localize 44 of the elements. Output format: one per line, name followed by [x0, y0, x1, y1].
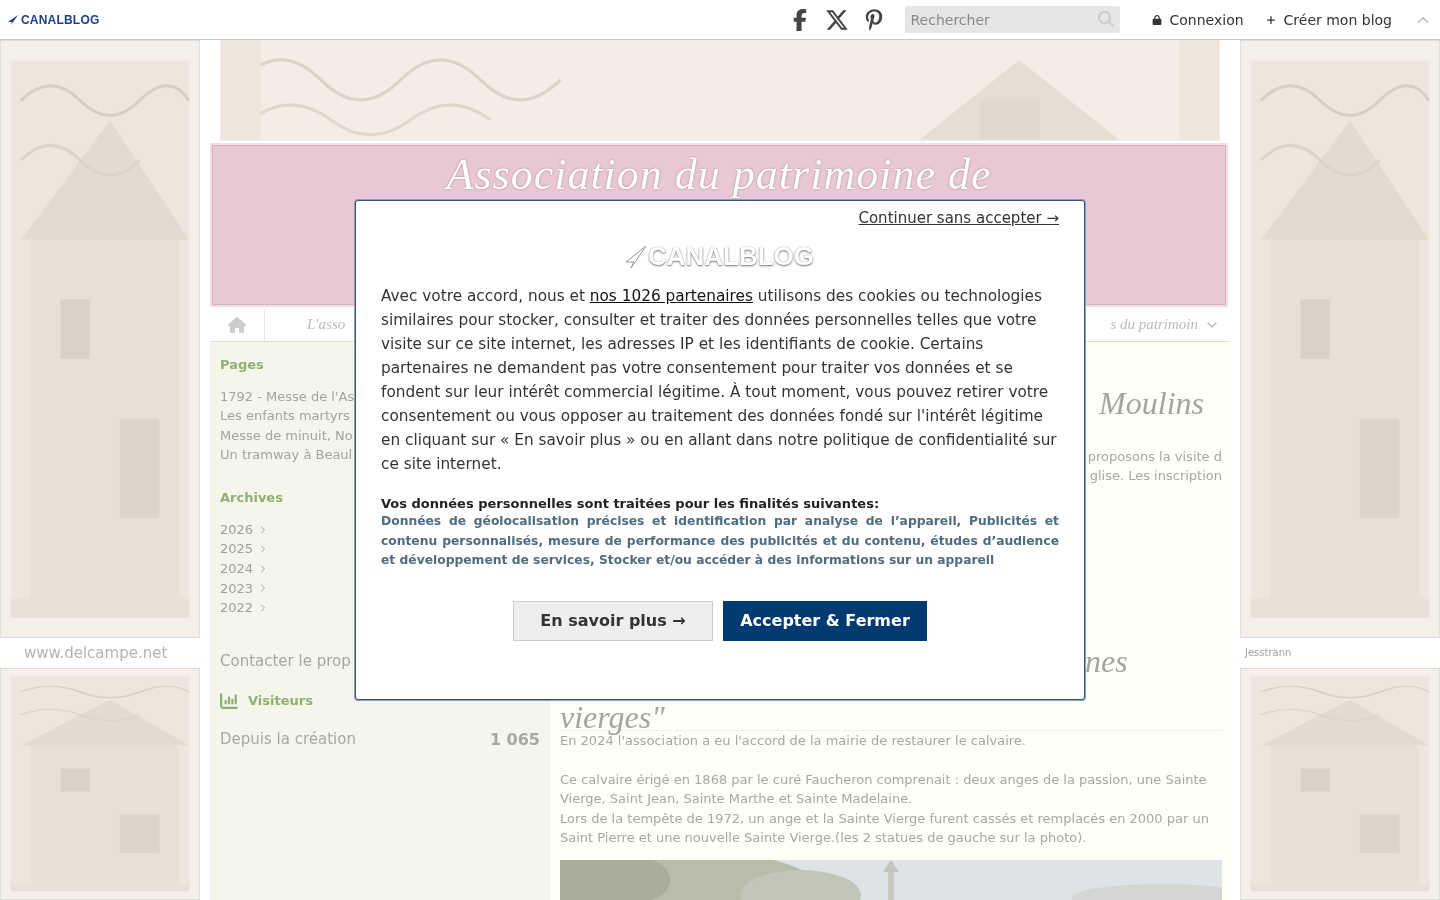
learn-more-button[interactable]: En savoir plus →: [513, 600, 713, 641]
archive-year-link[interactable]: 2024: [220, 559, 270, 579]
page-link[interactable]: Les enfants martyrs: [220, 406, 350, 426]
purposes-title: Vos données personnelles sont traitées pour les finalités suivantes:: [381, 496, 881, 511]
archive-year-link[interactable]: 2022: [220, 598, 270, 618]
post-text: glise. Les inscription: [1089, 467, 1222, 485]
section-title: Archives: [220, 489, 283, 505]
post-title: nes: [1085, 641, 1128, 680]
post-title: Moulins: [1099, 383, 1204, 422]
purposes-text: Données de géolocalisation précises et identification par analyse de l’appareil, Publicités et contenu personnalisés, mesure de performance des publicités et du contenu, études d’audience et développement de services, Stocker et/ou accéder à des informations sur un appareil: [381, 513, 1059, 569]
home-icon: [228, 315, 246, 334]
login-link[interactable]: Connexion: [1151, 11, 1244, 28]
visitors-title: Visiteurs: [248, 693, 313, 709]
partners-link[interactable]: nos 1026 partenaires: [589, 287, 753, 305]
archive-year-link[interactable]: 2025: [220, 539, 270, 560]
contact-link[interactable]: Contacter le prop: [220, 651, 351, 670]
page-link[interactable]: Messe de minuit, No: [220, 425, 353, 446]
logo: CANALBLOG: [647, 241, 815, 272]
image-caption: Jesstrann: [1245, 646, 1292, 661]
consent-text: Avec votre accord, nous et nos 1026 partenaires utilisons des cookies ou technologies similaires pour stocker, consulter et traiter des données personnelles telles que votre visite sur ce site internet, les adresses IP et les identifiants de cookie. Certains partenaires ne demandent pas votre consentement pour traiter vos données et se fondent sur leur intérêt commercial légitime. À tout moment, vous pouvez retirer votre consentement ou vous opposer au traitement des données fondé sur l'intérêt légitime en cliquant sur « En savoir plus » ou en allant dans notre politique de confidentialité sur ce site internet.: [381, 286, 1058, 475]
paper-plane-icon: [8, 14, 18, 25]
section-title: Pages: [220, 356, 264, 372]
accept-button[interactable]: Accepter & Fermer: [723, 600, 927, 641]
visitors-label: Depuis la création: [220, 729, 356, 749]
page-link[interactable]: Un tramway à Beaul: [220, 445, 353, 465]
nav-item[interactable]: L'asso: [307, 316, 346, 333]
create-blog-link[interactable]: Créer mon blog: [1265, 11, 1392, 28]
x-icon[interactable]: [824, 7, 849, 32]
image-caption: www.delcampe.net: [24, 645, 168, 662]
post-paragraph: Ce calvaire érigé en 1868 par le curé Faucheron comprenait : deux anges de la passion, une Sainte Vierge, Saint Jean, Sainte Marthe et Sainte Madelaine. Lors de la tempête de 1972, un ange et la Sainte Vierge furent cassés et remplacés en 2000 par un Saint Pierre et une nouvelle Sainte Vierge.(les 2 statues de gauche sur la photo).: [560, 770, 1210, 847]
archive-year-link[interactable]: 2026: [220, 519, 270, 540]
continue-without-accepting-link[interactable]: Continuer sans accepter →: [858, 209, 1059, 227]
bar-chart-icon: [220, 691, 238, 710]
page-link[interactable]: 1792 - Messe de l'As: [220, 386, 355, 407]
paper-plane-icon: [625, 245, 646, 268]
nav-item[interactable]: s du patrimoin: [1110, 316, 1220, 333]
logo[interactable]: CANALBLOG: [21, 12, 100, 27]
plus-icon: [1265, 14, 1276, 25]
visitors-count: 1 065: [489, 729, 540, 749]
archive-year-link[interactable]: 2023: [220, 578, 270, 599]
post-text: proposons la visite d: [1087, 447, 1222, 466]
post-title: vierges": [560, 697, 665, 735]
search-field[interactable]: Rechercher: [904, 6, 1120, 33]
lock-icon: [1151, 14, 1162, 25]
